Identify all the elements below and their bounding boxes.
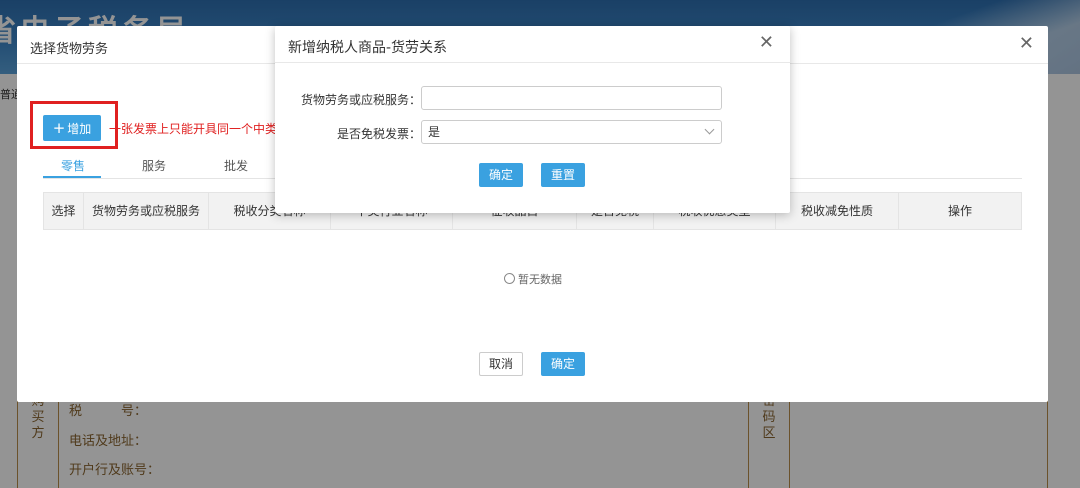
active-tab-indicator [43,176,101,178]
goods-input[interactable] [421,86,722,110]
goods-field-label: 货物劳务或应税服务： [300,93,421,107]
tab-retail[interactable]: 零售 [61,157,85,174]
col-reduction-nature: 税收减免性质 [776,193,899,229]
empty-text: 暂无数据 [518,273,562,286]
close-icon[interactable]: ✕ [759,34,774,52]
close-icon[interactable]: ✕ [1019,35,1034,53]
warning-text: 一张发票上只能开具同一个中类 [109,122,278,136]
dialog-title: 新增纳税人商品-货劳关系 [288,40,448,56]
empty-state: 暂无数据 [504,271,562,287]
col-operation: 操作 [947,204,972,218]
exempt-select[interactable]: 是 [421,120,722,144]
tab-wholesale[interactable]: 批发 [224,157,248,174]
add-button[interactable]: + 增加 [43,115,101,141]
confirm-button[interactable]: 确定 [479,163,523,187]
col-goods: 货物劳务或应税服务 [84,193,209,229]
dialog-title: 选择货物劳务 [30,42,109,57]
add-button-label: 增加 [67,122,92,136]
confirm-button[interactable]: 确定 [541,352,585,376]
exempt-select-value: 是 [428,125,441,139]
reset-button[interactable]: 重置 [541,163,585,187]
plus-icon: + [52,119,66,137]
chevron-down-icon [704,124,715,135]
sad-face-icon [504,273,515,284]
exempt-field-label: 是否免税发票： [336,127,421,141]
tab-service[interactable]: 服务 [142,157,166,174]
col-select: 选择 [44,193,84,229]
cancel-button[interactable]: 取消 [479,352,523,376]
dialog-header: 新增纳税人商品-货劳关系 ✕ [275,26,790,63]
add-goods-relation-dialog: 新增纳税人商品-货劳关系 ✕ 货物劳务或应税服务： 是否免税发票： 是 确定 重… [275,26,790,213]
